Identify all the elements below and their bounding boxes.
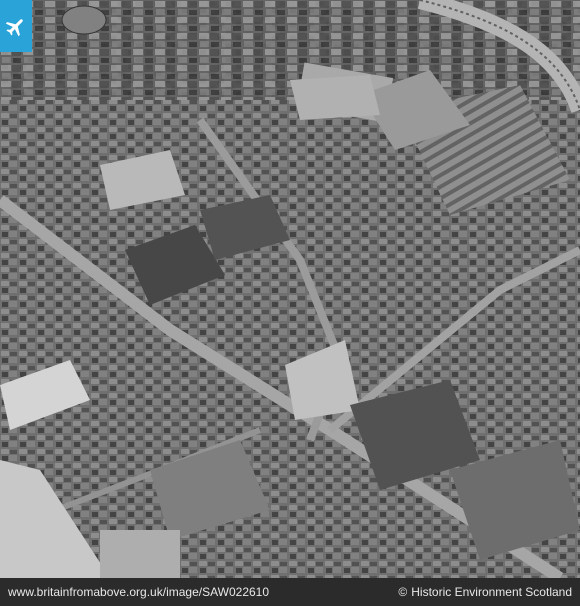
aerial-photograph [0, 0, 580, 578]
image-frame: www.britainfromabove.org.uk/image/SAW022… [0, 0, 580, 606]
footer-bar: www.britainfromabove.org.uk/image/SAW022… [0, 578, 580, 606]
aerial-town-scene [0, 0, 580, 578]
airplane-icon [5, 19, 23, 37]
credit-text: Historic Environment Scotland [411, 585, 572, 599]
image-url-link[interactable]: www.britainfromabove.org.uk/image/SAW022… [8, 585, 269, 599]
copyright-credit: © Historic Environment Scotland [398, 585, 572, 599]
airplane-badge [0, 0, 32, 52]
copyright-symbol: © [398, 585, 408, 599]
